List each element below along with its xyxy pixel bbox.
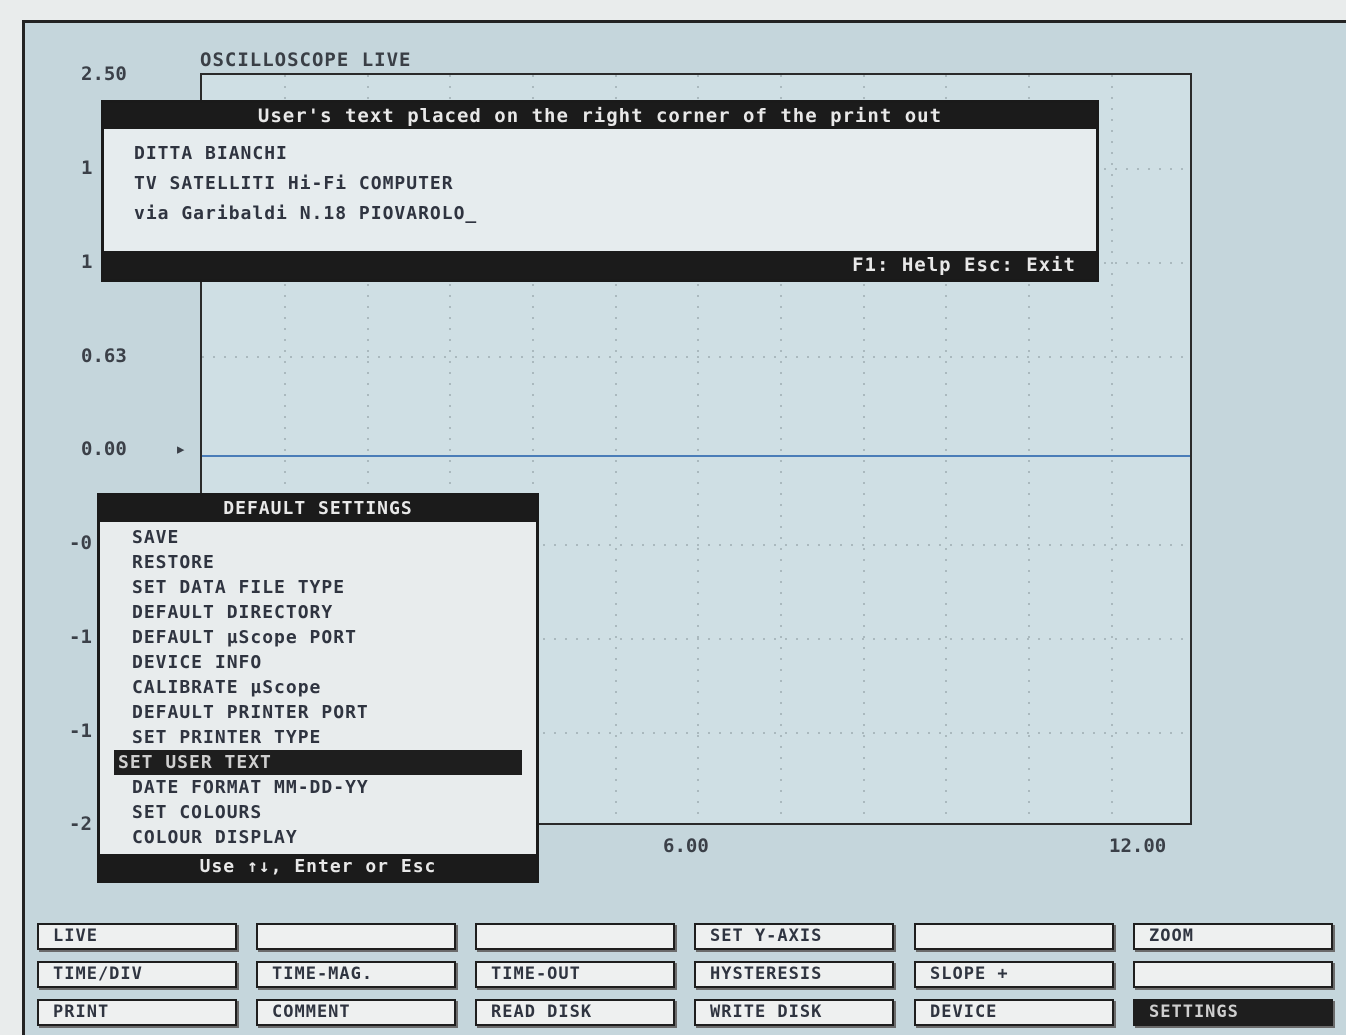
fkey-settings[interactable]: SETTINGS (1133, 999, 1333, 1026)
y-label-zero: 0.00 (81, 438, 127, 460)
menu-item-set-user-text[interactable]: SET USER TEXT (114, 750, 522, 775)
user-text-line[interactable]: via Garibaldi N.18 PIOVAROLO_ (134, 199, 1096, 229)
menu-item-calibrate-uscope[interactable]: CALIBRATE µScope (114, 675, 522, 700)
fkey-time-mag[interactable]: TIME-MAG. (256, 961, 456, 988)
y-label: 1 (81, 251, 93, 273)
fkey-empty[interactable] (1133, 961, 1333, 988)
user-text-dialog-footer: F1: Help Esc: Exit (104, 251, 1096, 279)
menu-item-default-printer-port[interactable]: DEFAULT PRINTER PORT (114, 700, 522, 725)
user-text-line[interactable]: TV SATELLITI Hi-Fi COMPUTER (134, 169, 1096, 199)
y-label: 1 (81, 157, 93, 179)
x-label-mid: 6.00 (663, 835, 709, 857)
plot-title: OSCILLOSCOPE LIVE (200, 49, 412, 71)
user-text-dialog-title: User's text placed on the right corner o… (104, 103, 1096, 129)
menu-item-save[interactable]: SAVE (114, 525, 522, 550)
fkey-comment[interactable]: COMMENT (256, 999, 456, 1026)
user-text-dialog: User's text placed on the right corner o… (101, 100, 1099, 282)
fkey-print[interactable]: PRINT (37, 999, 237, 1026)
fkey-time-div[interactable]: TIME/DIV (37, 961, 237, 988)
fkey-zoom[interactable]: ZOOM (1133, 923, 1333, 950)
y-label: -0 (69, 532, 92, 554)
menu-title: DEFAULT SETTINGS (100, 496, 536, 522)
y-label: -1 (69, 626, 92, 648)
fkey-empty[interactable] (914, 923, 1114, 950)
fkey-write-disk[interactable]: WRITE DISK (694, 999, 894, 1026)
menu-item-set-data-file-type[interactable]: SET DATA FILE TYPE (114, 575, 522, 600)
menu-list: SAVE RESTORE SET DATA FILE TYPE DEFAULT … (100, 522, 536, 850)
oscilloscope-screen: OSCILLOSCOPE LIVE 2.50 1 1 0.63 0.00 ▸ -… (22, 20, 1346, 1035)
menu-item-set-printer-type[interactable]: SET PRINTER TYPE (114, 725, 522, 750)
fkey-empty[interactable] (475, 923, 675, 950)
user-text-line[interactable]: DITTA BIANCHI (134, 139, 1096, 169)
y-label: -2 (69, 813, 92, 835)
menu-item-restore[interactable]: RESTORE (114, 550, 522, 575)
fkey-device[interactable]: DEVICE (914, 999, 1114, 1026)
menu-item-default-directory[interactable]: DEFAULT DIRECTORY (114, 600, 522, 625)
user-text-editor[interactable]: DITTA BIANCHI TV SATELLITI Hi-Fi COMPUTE… (104, 129, 1096, 229)
fkey-hysteresis[interactable]: HYSTERESIS (694, 961, 894, 988)
menu-item-date-format[interactable]: DATE FORMAT MM-DD-YY (114, 775, 522, 800)
zero-marker-icon: ▸ (175, 438, 187, 460)
y-label: -1 (69, 720, 92, 742)
menu-item-set-colours[interactable]: SET COLOURS (114, 800, 522, 825)
y-label-top: 2.50 (81, 63, 127, 85)
fkey-set-y-axis[interactable]: SET Y-AXIS (694, 923, 894, 950)
menu-item-device-info[interactable]: DEVICE INFO (114, 650, 522, 675)
fkey-time-out[interactable]: TIME-OUT (475, 961, 675, 988)
fkey-slope[interactable]: SLOPE + (914, 961, 1114, 988)
menu-footer: Use ↑↓, Enter or Esc (100, 854, 536, 880)
fkey-live[interactable]: LIVE (37, 923, 237, 950)
fkey-read-disk[interactable]: READ DISK (475, 999, 675, 1026)
menu-item-default-uscope-port[interactable]: DEFAULT µScope PORT (114, 625, 522, 650)
fkey-empty[interactable] (256, 923, 456, 950)
signal-trace (202, 455, 1190, 457)
x-label-end: 12.00 (1109, 835, 1167, 857)
default-settings-menu: DEFAULT SETTINGS SAVE RESTORE SET DATA F… (97, 493, 539, 883)
y-label: 0.63 (81, 345, 127, 367)
menu-item-colour-display[interactable]: COLOUR DISPLAY (114, 825, 522, 850)
